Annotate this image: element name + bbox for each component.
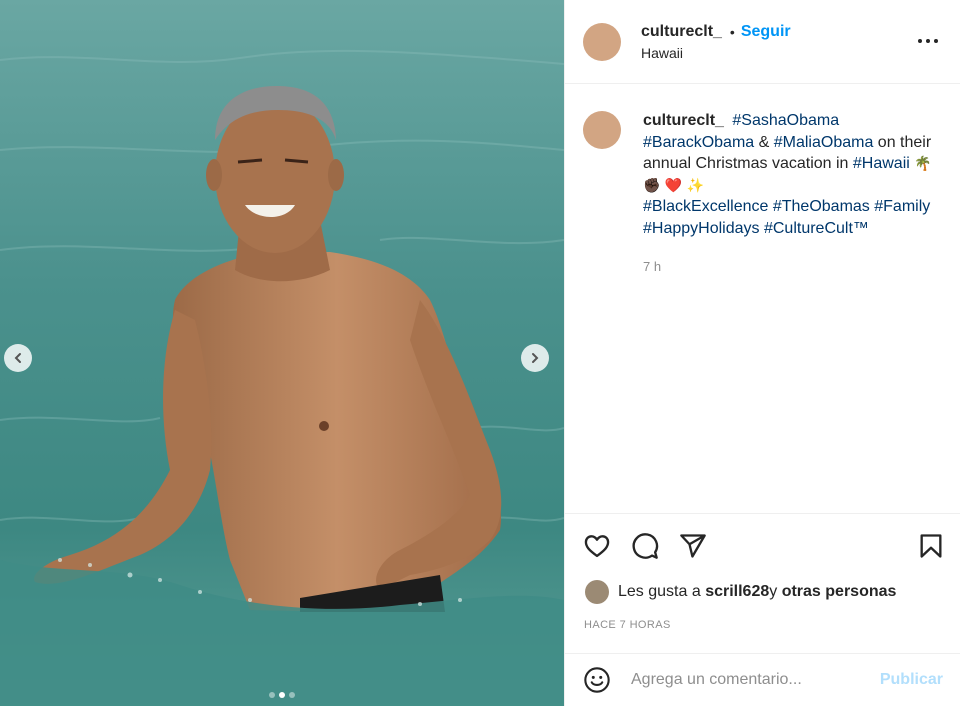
- emoji-icon[interactable]: [583, 666, 611, 694]
- hashtag-link[interactable]: #BlackExcellence: [643, 198, 768, 215]
- username-link[interactable]: cultureclt_: [641, 23, 722, 41]
- caption-avatar[interactable]: [583, 111, 621, 149]
- caption-fragment: &: [754, 133, 774, 151]
- carousel-dot: [269, 692, 275, 698]
- fist-emoji: ✊🏿: [643, 176, 661, 193]
- liker-avatar[interactable]: [585, 580, 609, 604]
- post-header-meta: cultureclt_ • Seguir Hawaii: [641, 23, 791, 61]
- hashtag-link[interactable]: #HappyHolidays: [643, 220, 760, 237]
- action-bar: [565, 513, 960, 575]
- sparkles-emoji: ✨: [686, 176, 705, 193]
- chevron-right-icon: [532, 353, 539, 363]
- carousel-prev-button[interactable]: [4, 344, 32, 372]
- caption: cultureclt_ #SashaObama #BarackObama & #…: [583, 110, 949, 277]
- hashtag-link[interactable]: #MaliaObama: [774, 134, 874, 151]
- carousel-indicator: [0, 692, 564, 698]
- more-icon: [918, 39, 922, 43]
- chevron-left-icon: [14, 353, 21, 363]
- likes-summary: Les gusta a scrill628 y otras personas: [585, 580, 896, 604]
- post-side-panel: cultureclt_ • Seguir Hawaii cultureclt_ …: [564, 0, 960, 706]
- follow-button[interactable]: Seguir: [741, 23, 791, 41]
- heart-emoji: ❤️: [664, 176, 683, 193]
- bookmark-icon[interactable]: [917, 532, 945, 560]
- post-photo: [0, 0, 564, 706]
- separator-dot: •: [729, 23, 735, 40]
- hashtag-link[interactable]: #SashaObama: [732, 112, 839, 129]
- comment-icon[interactable]: [631, 532, 659, 560]
- comment-bar: Publicar: [565, 653, 960, 706]
- caption-username[interactable]: cultureclt_: [643, 112, 724, 129]
- share-icon[interactable]: [679, 532, 707, 560]
- caption-text: cultureclt_ #SashaObama #BarackObama & #…: [643, 110, 949, 277]
- publish-button[interactable]: Publicar: [880, 671, 943, 689]
- caption-timestamp[interactable]: 7 h: [643, 256, 949, 278]
- post-timestamp[interactable]: HACE 7 HORAS: [584, 619, 671, 631]
- hashtag-link[interactable]: #BarackObama: [643, 134, 754, 151]
- hashtag-link[interactable]: #Hawaii: [853, 155, 910, 172]
- hashtag-link[interactable]: #Family: [874, 198, 930, 215]
- carousel-dot: [289, 692, 295, 698]
- comment-input[interactable]: [631, 671, 871, 689]
- carousel-dot-active: [279, 692, 285, 698]
- carousel-next-button[interactable]: [521, 344, 549, 372]
- likes-middle: y: [769, 583, 778, 600]
- heart-icon[interactable]: [583, 532, 611, 560]
- hashtag-link[interactable]: #CultureCult™: [764, 220, 869, 237]
- more-options-button[interactable]: [918, 32, 940, 50]
- post-media[interactable]: [0, 0, 564, 706]
- likes-prefix: Les gusta a: [618, 583, 701, 600]
- others-likes-link[interactable]: otras personas: [782, 583, 897, 601]
- liker-username-link[interactable]: scrill628: [705, 583, 769, 601]
- location-link[interactable]: Hawaii: [641, 45, 791, 61]
- post-header: cultureclt_ • Seguir Hawaii: [565, 0, 960, 84]
- hashtag-link[interactable]: #TheObamas: [773, 198, 870, 215]
- palm-emoji: 🌴: [914, 155, 932, 172]
- avatar[interactable]: [583, 22, 621, 61]
